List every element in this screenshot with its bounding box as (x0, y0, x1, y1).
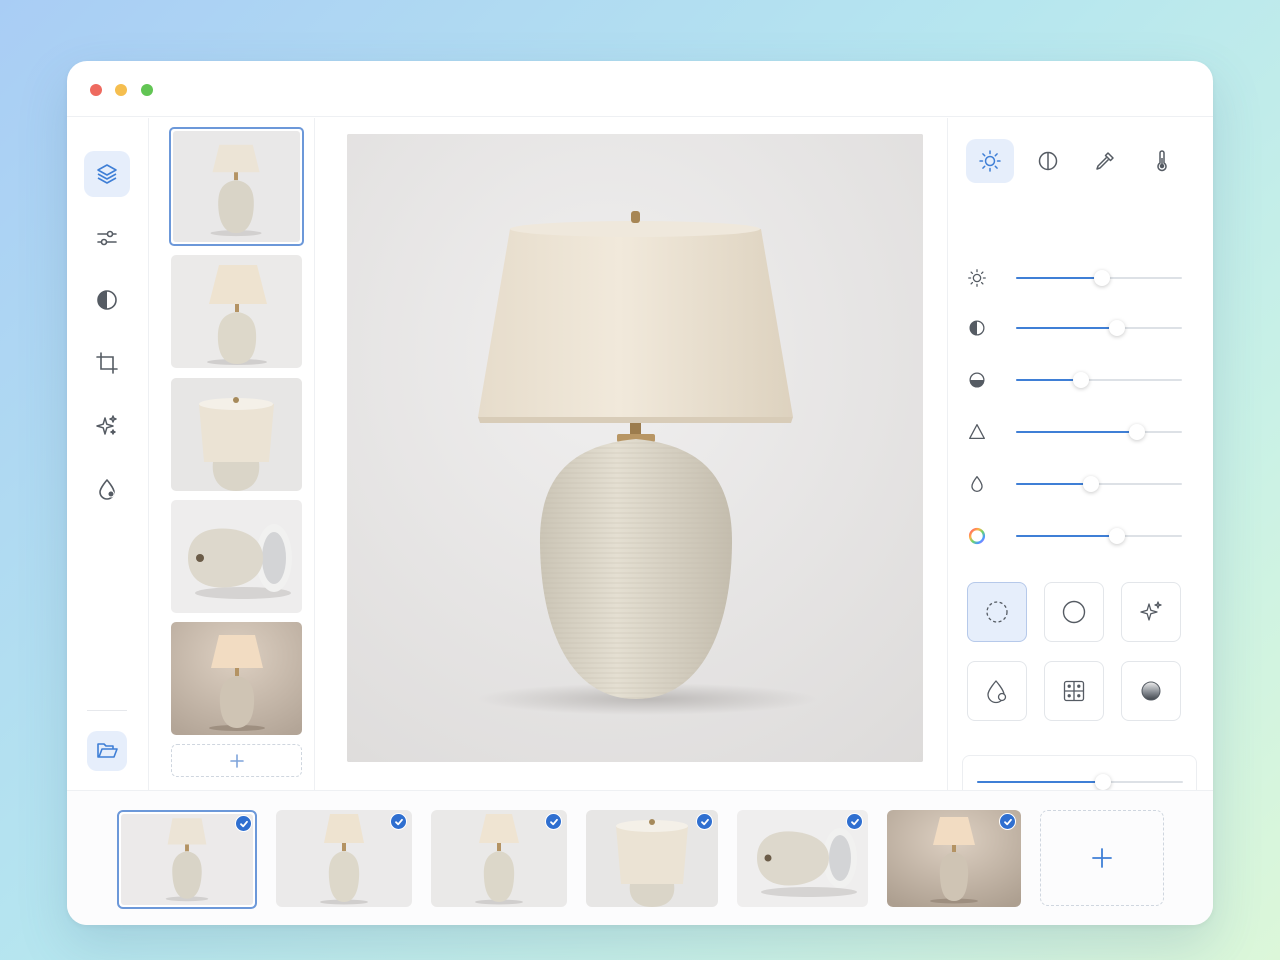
grid-icon (1063, 680, 1085, 702)
contrast-icon (969, 320, 985, 336)
selected-check-icon (846, 813, 863, 830)
plus-icon (1092, 848, 1112, 868)
add-image-button[interactable] (171, 744, 302, 777)
film-item-lamp-front-white[interactable] (117, 810, 257, 909)
filter-vignette-button[interactable] (1121, 661, 1181, 721)
half-circle-icon (1038, 151, 1058, 171)
filter-enhance-button[interactable] (1121, 582, 1181, 642)
hue-slider[interactable] (966, 525, 1186, 547)
tab-temperature[interactable] (1138, 139, 1186, 183)
thumbnail-lamp-warm-lit[interactable] (171, 622, 302, 735)
filmstrip (67, 790, 1213, 925)
adjustments-tool-button[interactable] (84, 215, 130, 261)
selected-check-icon (999, 813, 1016, 830)
sharpness-slider[interactable] (966, 421, 1186, 443)
sparkles-icon (96, 415, 117, 435)
selected-check-icon (235, 815, 252, 832)
selected-check-icon (390, 813, 407, 830)
app-window (67, 61, 1213, 925)
saturation-icon (971, 476, 983, 492)
crop-icon (96, 352, 118, 374)
tab-tone[interactable] (1024, 139, 1072, 183)
tab-color-picker[interactable] (1081, 139, 1129, 183)
folder-open-icon (97, 743, 118, 758)
gradient-sphere-icon (1141, 681, 1161, 701)
title-bar (67, 61, 1213, 117)
filter-tint-button[interactable] (967, 661, 1027, 721)
selected-check-icon (545, 813, 562, 830)
sliders-icon (97, 230, 117, 246)
droplet-icon (99, 479, 115, 500)
add-to-filmstrip-button[interactable] (1040, 810, 1164, 906)
film-item-lamp-closeup-top[interactable] (586, 810, 718, 907)
filter-grid-button[interactable] (1044, 661, 1104, 721)
layers-icon (97, 164, 117, 184)
thumbnail-lamp-front-light[interactable] (171, 255, 302, 368)
thumbnail-lamp-closeup-top[interactable] (171, 378, 302, 491)
open-folder-button[interactable] (87, 731, 127, 771)
thumbnail-lamp-front-white[interactable] (169, 127, 304, 246)
sharpness-icon (969, 424, 985, 440)
dashed-circle-icon (986, 601, 1008, 623)
adjustment-panel (947, 118, 1213, 829)
brightness-slider[interactable] (966, 267, 1186, 289)
filter-circle-button[interactable] (1044, 582, 1104, 642)
toolbar-divider (87, 710, 127, 711)
contrast-icon (97, 290, 117, 310)
minimize-window-button[interactable] (115, 84, 127, 96)
crop-tool-button[interactable] (84, 340, 130, 386)
shadows-slider[interactable] (966, 369, 1186, 391)
hue-icon (968, 527, 986, 545)
contrast-tool-button[interactable] (84, 277, 130, 323)
contrast-slider[interactable] (966, 317, 1186, 339)
color-tool-button[interactable] (84, 466, 130, 512)
fine-tune-slider[interactable] (977, 774, 1183, 790)
image-canvas[interactable] (347, 134, 923, 762)
brightness-icon (968, 269, 986, 287)
tab-light[interactable] (966, 139, 1014, 183)
plus-icon (229, 753, 244, 768)
layers-tool-button[interactable] (84, 151, 130, 197)
tint-icon (987, 680, 1007, 704)
tool-sidebar (67, 118, 149, 790)
close-window-button[interactable] (90, 84, 102, 96)
thumbnail-lamp-lying-side[interactable] (171, 500, 302, 613)
film-item-lamp-lying-side[interactable] (737, 810, 868, 907)
circle-icon (1062, 600, 1086, 624)
thermometer-icon (1157, 150, 1167, 172)
thumbnail-list (150, 118, 315, 790)
filter-selection-button[interactable] (967, 582, 1027, 642)
saturation-slider[interactable] (966, 473, 1186, 495)
lamp-photo (347, 134, 923, 762)
film-item-lamp-front-light-2[interactable] (431, 810, 567, 907)
maximize-window-button[interactable] (141, 84, 153, 96)
sparkle-icon (1140, 601, 1162, 621)
magic-tool-button[interactable] (84, 403, 130, 449)
shadows-icon (969, 372, 985, 388)
eyedropper-icon (1096, 152, 1114, 170)
film-item-lamp-warm-lit[interactable] (887, 810, 1021, 907)
sun-icon (979, 150, 1001, 172)
film-item-lamp-front-light[interactable] (276, 810, 412, 907)
selected-check-icon (696, 813, 713, 830)
